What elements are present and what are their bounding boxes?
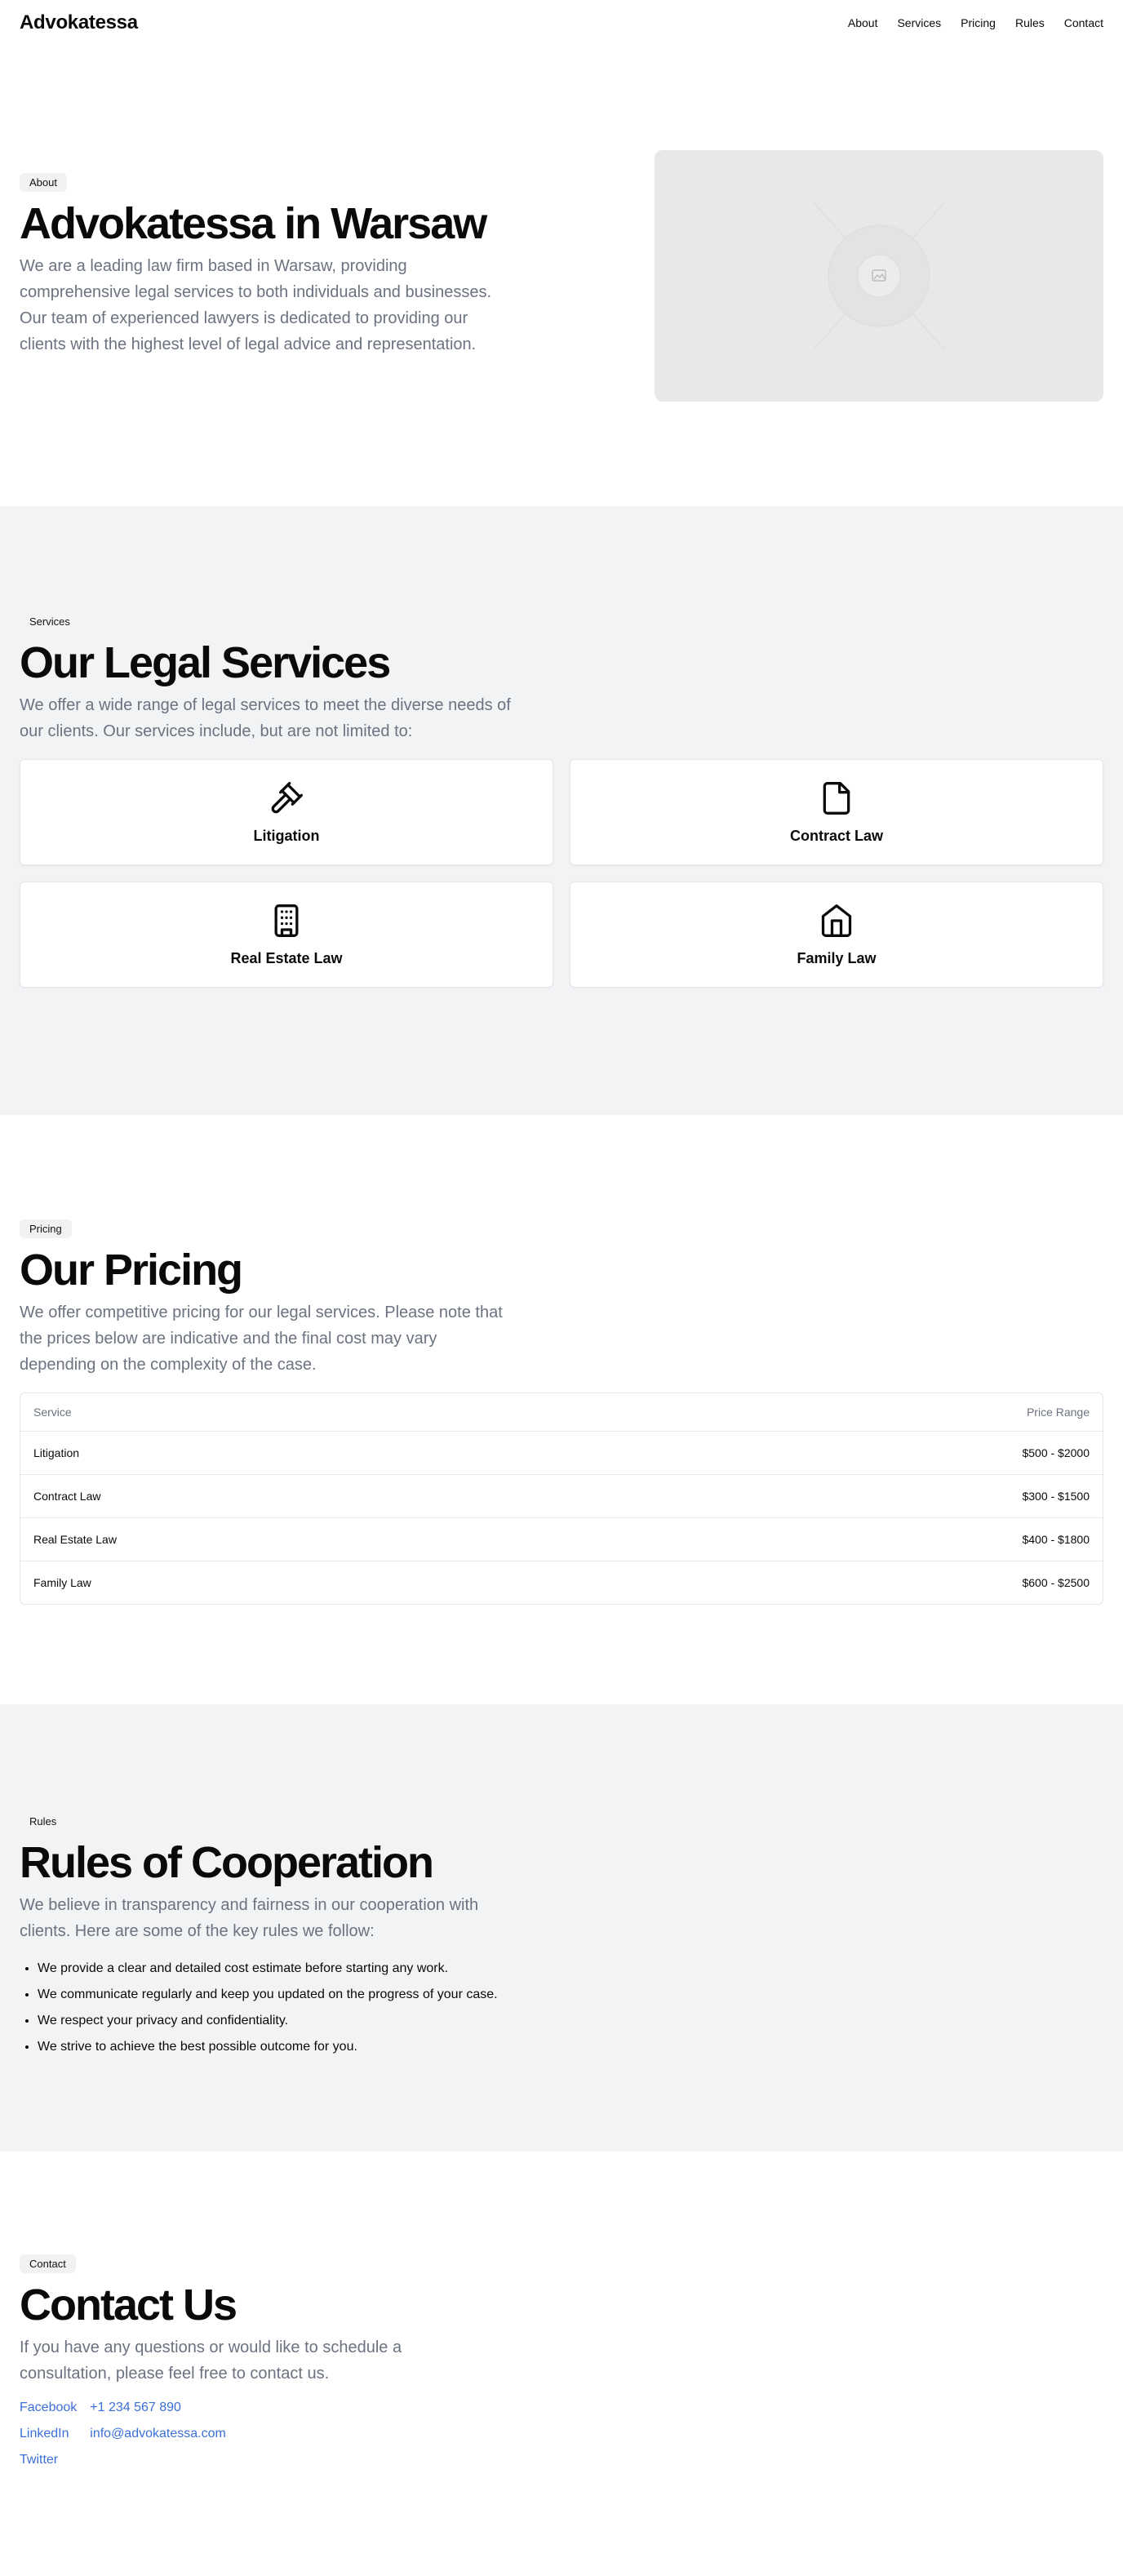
- rules-title: Rules of Cooperation: [20, 1838, 434, 1887]
- rules-list: We provide a clear and detailed cost est…: [20, 1956, 1103, 2060]
- nav-link-pricing[interactable]: Pricing: [961, 16, 996, 29]
- nav-link-about[interactable]: About: [848, 16, 878, 29]
- rules-section: Rules Rules of Cooperation We believe in…: [0, 1704, 1123, 2152]
- services-text: We offer a wide range of legal services …: [20, 696, 511, 741]
- services-badge: Services: [20, 612, 80, 631]
- phone-link[interactable]: +1 234 567 890: [90, 2395, 226, 2421]
- list-item: We strive to achieve the best possible o…: [38, 2034, 1103, 2060]
- contact-text: If you have any questions or would like …: [20, 2338, 402, 2383]
- services-title: Our Legal Services: [20, 638, 391, 687]
- cell-price: $300 - $1500: [1022, 1490, 1090, 1503]
- contact-details: +1 234 567 890 info@advokatessa.com: [90, 2395, 226, 2473]
- column-header-price-range: Price Range: [1026, 1406, 1090, 1419]
- email-link[interactable]: info@advokatessa.com: [90, 2421, 226, 2447]
- pricing-section: Pricing Our Pricing We offer competitive…: [0, 1115, 1123, 1704]
- list-item: We communicate regularly and keep you up…: [38, 1982, 1103, 2008]
- file-icon: [823, 781, 850, 815]
- rules-badge: Rules: [20, 1812, 67, 1831]
- rules-text: We believe in transparency and fairness …: [20, 1896, 479, 1941]
- main-nav: About Services Pricing Rules Contact: [848, 16, 1103, 29]
- about-image-placeholder: [655, 150, 1103, 402]
- table-header-row: Service Price Range: [20, 1393, 1103, 1431]
- contact-links: Facebook LinkedIn Twitter +1 234 567 890…: [20, 2395, 1103, 2473]
- table-row: Contract Law $300 - $1500: [20, 1474, 1103, 1517]
- linkedin-link[interactable]: LinkedIn: [20, 2421, 77, 2447]
- social-links: Facebook LinkedIn Twitter: [20, 2395, 77, 2473]
- service-card-title: Litigation: [253, 827, 320, 844]
- table-row: Real Estate Law $400 - $1800: [20, 1517, 1103, 1561]
- list-item: We respect your privacy and confidential…: [38, 2008, 1103, 2034]
- list-item: We provide a clear and detailed cost est…: [38, 1956, 1103, 1982]
- cell-service: Family Law: [33, 1576, 91, 1590]
- nav-link-services[interactable]: Services: [897, 16, 941, 29]
- about-title: Advokatessa in Warsaw: [20, 199, 487, 248]
- service-card-title: Family Law: [797, 949, 877, 966]
- cell-service: Contract Law: [33, 1490, 101, 1503]
- cell-service: Real Estate Law: [33, 1533, 117, 1547]
- contact-badge: Contact: [20, 2254, 76, 2273]
- nav-link-rules[interactable]: Rules: [1015, 16, 1045, 29]
- gavel-icon: [271, 781, 303, 814]
- service-card-title: Real Estate Law: [230, 949, 343, 966]
- service-card-family-law: Family Law: [570, 882, 1103, 988]
- about-text: We are a leading law firm based in Warsa…: [20, 257, 492, 354]
- service-card-title: Contract Law: [789, 827, 883, 844]
- home-icon: [821, 904, 852, 937]
- cell-service: Litigation: [33, 1446, 80, 1460]
- about-content: About Advokatessa in Warsaw We are a lea…: [20, 173, 509, 358]
- service-card-contract-law: Contract Law: [570, 759, 1103, 866]
- cell-price: $600 - $2500: [1022, 1576, 1090, 1590]
- image-placeholder-icon: [813, 202, 945, 350]
- services-section: Services Our Legal Services We offer a w…: [0, 506, 1123, 1115]
- pricing-table: Service Price Range Litigation $500 - $2…: [20, 1392, 1103, 1606]
- contact-title: Contact Us: [20, 2281, 237, 2330]
- pricing-title: Our Pricing: [20, 1246, 243, 1295]
- column-header-service: Service: [33, 1406, 72, 1419]
- contact-section: Contact Contact Us If you have any quest…: [0, 2152, 1123, 2576]
- brand-logo[interactable]: Advokatessa: [20, 11, 138, 34]
- table-row: Family Law $600 - $2500: [20, 1561, 1103, 1604]
- service-card-litigation: Litigation: [20, 759, 553, 866]
- table-row: Litigation $500 - $2000: [20, 1431, 1103, 1474]
- about-badge: About: [20, 173, 67, 192]
- building-icon: [274, 904, 299, 937]
- cell-price: $400 - $1800: [1022, 1533, 1090, 1547]
- cell-price: $500 - $2000: [1022, 1446, 1090, 1460]
- services-grid: Litigation Contract Law Real Estate Law: [20, 759, 1103, 988]
- pricing-text: We offer competitive pricing for our leg…: [20, 1304, 503, 1375]
- twitter-link[interactable]: Twitter: [20, 2447, 77, 2473]
- nav-link-contact[interactable]: Contact: [1064, 16, 1103, 29]
- service-card-real-estate-law: Real Estate Law: [20, 882, 553, 988]
- pricing-badge: Pricing: [20, 1219, 72, 1238]
- site-header: Advokatessa About Services Pricing Rules…: [0, 0, 1123, 46]
- about-section: About Advokatessa in Warsaw We are a lea…: [0, 46, 1123, 506]
- facebook-link[interactable]: Facebook: [20, 2395, 77, 2421]
